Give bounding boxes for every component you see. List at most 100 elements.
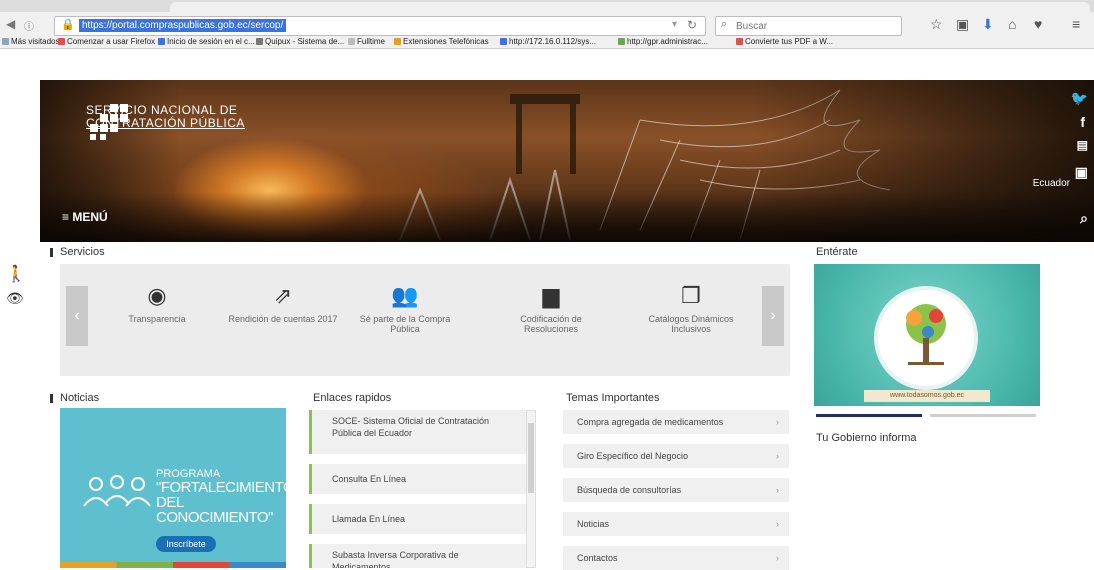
service-rendicion-cuentas[interactable]: ⇗ Rendición de cuentas 2017 <box>228 282 338 324</box>
reload-icon[interactable]: ↻ <box>687 18 697 32</box>
folder-icon: ▆ <box>542 283 560 308</box>
service-catalogos[interactable]: ❐ Catálogos Dinámicos Inclusivos <box>636 282 746 334</box>
bookmark-icon <box>500 38 507 45</box>
bookmark-item[interactable]: Quipux - Sistema de... <box>256 37 344 46</box>
bookmark-icon <box>256 38 263 45</box>
menu-button[interactable]: ≡ MENÚ <box>62 210 108 224</box>
chevron-right-icon: › <box>776 519 779 529</box>
eye-icon[interactable]: 👁 <box>6 290 24 307</box>
search-icon: ⌕ <box>721 18 728 30</box>
active-tab[interactable] <box>170 2 1090 12</box>
quick-link-consulta[interactable]: Consulta En Línea <box>309 464 527 494</box>
banner-url: www.todasomos.gob.ec <box>864 390 990 402</box>
bookmark-item[interactable]: http://gpr.administrac... <box>618 37 708 46</box>
social-bar: 🐦 f ▤ ▣ ⌕ <box>1066 80 1094 242</box>
service-compra-publica[interactable]: 👥 Sé parte de la Compra Pública <box>350 282 460 334</box>
search-icon[interactable]: ⌕ <box>1080 210 1088 227</box>
bookmark-item[interactable]: http://172.16.0.112/sys... <box>500 37 596 46</box>
hamburger-menu-icon[interactable]: ≡ <box>1072 16 1080 32</box>
topic-giro-especifico[interactable]: Giro Específico del Negocio › <box>563 444 789 468</box>
hero-banner: SERVICIO NACIONAL DE CONTRATACIÓN PÚBLIC… <box>40 80 1094 242</box>
indicator-inactive[interactable] <box>930 414 1036 417</box>
sercop-logo[interactable]: SERVICIO NACIONAL DE CONTRATACIÓN PÚBLIC… <box>86 104 245 140</box>
topic-noticias[interactable]: Noticias › <box>563 512 789 536</box>
services-heading: Servicios <box>50 246 105 258</box>
quick-links-scrollbar[interactable] <box>526 410 536 568</box>
url-bar[interactable]: 🔒 https://portal.compraspublicas.gob.ec/… <box>54 16 706 36</box>
download-icon[interactable]: ⬇ <box>982 16 994 33</box>
back-icon[interactable]: ◀ <box>6 17 15 31</box>
service-transparencia[interactable]: ◉ Transparencia <box>102 282 212 324</box>
twitter-icon[interactable]: 🐦 <box>1071 90 1088 107</box>
hero-caption: Ecuador <box>1032 178 1070 189</box>
topics-heading: Temas Importantes <box>566 392 660 404</box>
quick-links-list: SOCE- Sistema Oficial de Contratación Pú… <box>309 408 539 568</box>
tree-icon <box>906 304 946 365</box>
bookmark-item[interactable]: Extensiones Telefónicas <box>394 37 489 46</box>
scrollbar-thumb[interactable] <box>528 423 534 493</box>
bookmark-item[interactable]: Fulltime <box>348 37 385 46</box>
flickr-icon[interactable]: ▣ <box>1075 164 1088 181</box>
eye-icon: ◉ <box>147 283 167 308</box>
bookmark-icon <box>58 38 65 45</box>
bookmark-icon <box>736 38 743 45</box>
topic-compra-agregada[interactable]: Compra agregada de medicamentos › <box>563 410 789 434</box>
carousel-prev-button[interactable]: ‹ <box>66 286 88 346</box>
program-title: PROGRAMA "FORTALECIMIENTO DEL CONOCIMIEN… <box>156 468 286 526</box>
bookmarks-bar: Más visitados Comenzar a usar Firefox In… <box>0 37 1094 48</box>
quick-link-llamada[interactable]: Llamada En Línea <box>309 504 527 534</box>
enterate-banner[interactable]: www.todasomos.gob.ec <box>814 264 1040 406</box>
chevron-right-icon: › <box>776 417 779 427</box>
chevron-right-icon: › <box>776 485 779 495</box>
share-icon: ⇗ <box>273 283 293 308</box>
quick-link-soce[interactable]: SOCE- Sistema Oficial de Contratación Pú… <box>309 410 527 454</box>
services-carousel: ‹ ◉ Transparencia ⇗ Rendición de cuentas… <box>60 264 790 376</box>
tree-logo <box>874 286 978 390</box>
logo-mark-icon <box>90 104 128 140</box>
bookmark-icon <box>348 38 355 45</box>
facebook-icon[interactable]: f <box>1080 114 1085 130</box>
bookmark-item[interactable]: Comenzar a usar Firefox <box>58 37 155 46</box>
url-text[interactable]: https://portal.compraspublicas.gob.ec/se… <box>79 19 287 32</box>
indicator-active[interactable] <box>816 414 922 417</box>
quick-link-subasta[interactable]: Subasta Inversa Corporativa de Medicamen… <box>309 544 527 568</box>
accessibility-icon[interactable]: 🚶 <box>6 264 26 284</box>
pocket-icon[interactable]: ♥ <box>1034 16 1042 32</box>
chevron-right-icon: › <box>776 553 779 563</box>
nav-row: ◀ ⓘ 🔒 https://portal.compraspublicas.gob… <box>0 14 1094 36</box>
bookmark-icon <box>618 38 625 45</box>
browser-toolbar: ◀ ⓘ 🔒 https://portal.compraspublicas.gob… <box>0 0 1094 49</box>
youtube-icon[interactable]: ▤ <box>1077 138 1088 152</box>
hero-shade-bottom <box>40 192 1094 242</box>
bookmark-item[interactable]: Más visitados <box>2 37 59 46</box>
bookmark-item[interactable]: Convierte tus PDF a W... <box>736 37 833 46</box>
news-card[interactable]: PROGRAMA "FORTALECIMIENTO DEL CONOCIMIEN… <box>60 408 286 568</box>
gov-informa-heading: Tu Gobierno informa <box>816 432 917 444</box>
bookmark-icon <box>394 38 401 45</box>
people-group-icon <box>83 475 151 507</box>
enterate-heading: Entérate <box>816 246 858 258</box>
search-bar[interactable]: ⌕ <box>715 16 902 36</box>
site-info-icon[interactable]: ⓘ <box>24 18 34 33</box>
lock-icon: 🔒 <box>61 19 75 31</box>
home-icon[interactable]: ⌂ <box>1008 16 1016 32</box>
topic-busqueda-consultorias[interactable]: Búsqueda de consultorías › <box>563 478 789 502</box>
heading-bar <box>50 248 53 257</box>
news-heading: Noticias <box>50 392 99 404</box>
search-input[interactable] <box>734 18 898 34</box>
bookmark-icon <box>2 38 9 45</box>
heading-bar <box>50 394 53 403</box>
bookmark-item[interactable]: Inicio de sesión en el c... <box>158 37 255 46</box>
inscribete-button[interactable]: Inscríbete <box>156 536 216 552</box>
chevron-right-icon: › <box>776 451 779 461</box>
people-icon: 👥 <box>391 283 419 308</box>
bookmark-star-icon[interactable]: ☆ <box>930 16 943 33</box>
clipboard-icon[interactable]: ▣ <box>956 16 969 33</box>
chevron-down-icon[interactable]: ▾ <box>672 19 677 30</box>
topic-contactos[interactable]: Contactos › <box>563 546 789 570</box>
quick-links-heading: Enlaces rapidos <box>313 392 392 404</box>
catalog-icon: ❐ <box>681 283 701 308</box>
carousel-next-button[interactable]: › <box>762 286 784 346</box>
service-codificacion[interactable]: ▆ Codificación de Resoluciones <box>496 282 606 334</box>
color-stripe <box>60 562 286 568</box>
